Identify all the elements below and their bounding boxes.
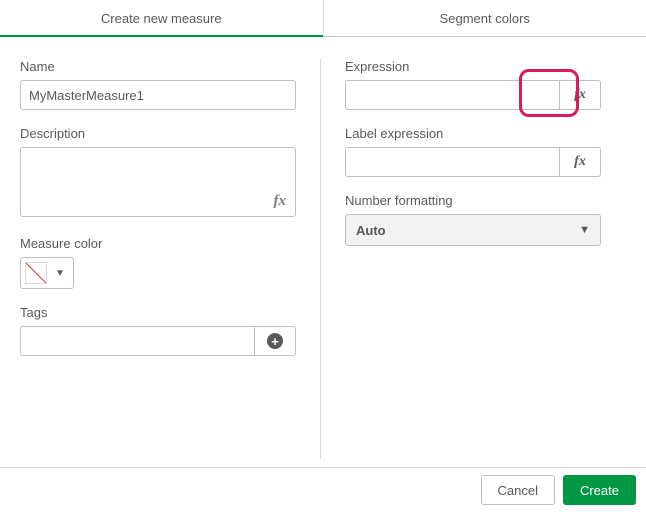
footer: Cancel Create: [0, 467, 646, 512]
left-column: Name Description fx Measure color ▼ Tags…: [20, 59, 320, 457]
tab-create-new-measure[interactable]: Create new measure: [0, 0, 323, 36]
no-color-swatch-icon: [25, 262, 47, 284]
tags-input[interactable]: [20, 326, 254, 356]
tags-label: Tags: [20, 305, 296, 320]
measure-color-picker[interactable]: ▼: [20, 257, 74, 289]
chevron-down-icon: ▼: [579, 224, 590, 236]
label-expression-input[interactable]: [345, 147, 559, 177]
label-expression-label: Label expression: [345, 126, 601, 141]
expression-editor-button[interactable]: fx: [559, 80, 601, 110]
tags-row: +: [20, 326, 296, 356]
expression-input[interactable]: [345, 80, 559, 110]
label-expression-editor-button[interactable]: fx: [559, 147, 601, 177]
number-formatting-select[interactable]: Auto ▼: [345, 214, 601, 246]
description-wrap: fx: [20, 147, 296, 220]
tab-segment-colors[interactable]: Segment colors: [324, 0, 646, 36]
name-label: Name: [20, 59, 296, 74]
fx-icon: fx: [574, 154, 586, 170]
description-input[interactable]: [20, 147, 296, 217]
expression-label: Expression: [345, 59, 601, 74]
number-formatting-label: Number formatting: [345, 193, 601, 208]
chevron-down-icon: ▼: [51, 268, 73, 279]
name-input[interactable]: [20, 80, 296, 110]
measure-color-label: Measure color: [20, 236, 296, 251]
expression-row: fx: [345, 80, 601, 110]
add-tag-button[interactable]: +: [254, 326, 296, 356]
description-label: Description: [20, 126, 296, 141]
form-body: Name Description fx Measure color ▼ Tags…: [0, 37, 646, 457]
cancel-button[interactable]: Cancel: [481, 475, 555, 505]
create-button[interactable]: Create: [563, 475, 636, 505]
number-formatting-value: Auto: [356, 223, 386, 238]
fx-icon: fx: [574, 87, 586, 103]
plus-icon: +: [267, 333, 283, 349]
right-column: Expression fx Label expression fx Number…: [321, 59, 601, 457]
tabs: Create new measure Segment colors: [0, 0, 646, 37]
label-expression-row: fx: [345, 147, 601, 177]
